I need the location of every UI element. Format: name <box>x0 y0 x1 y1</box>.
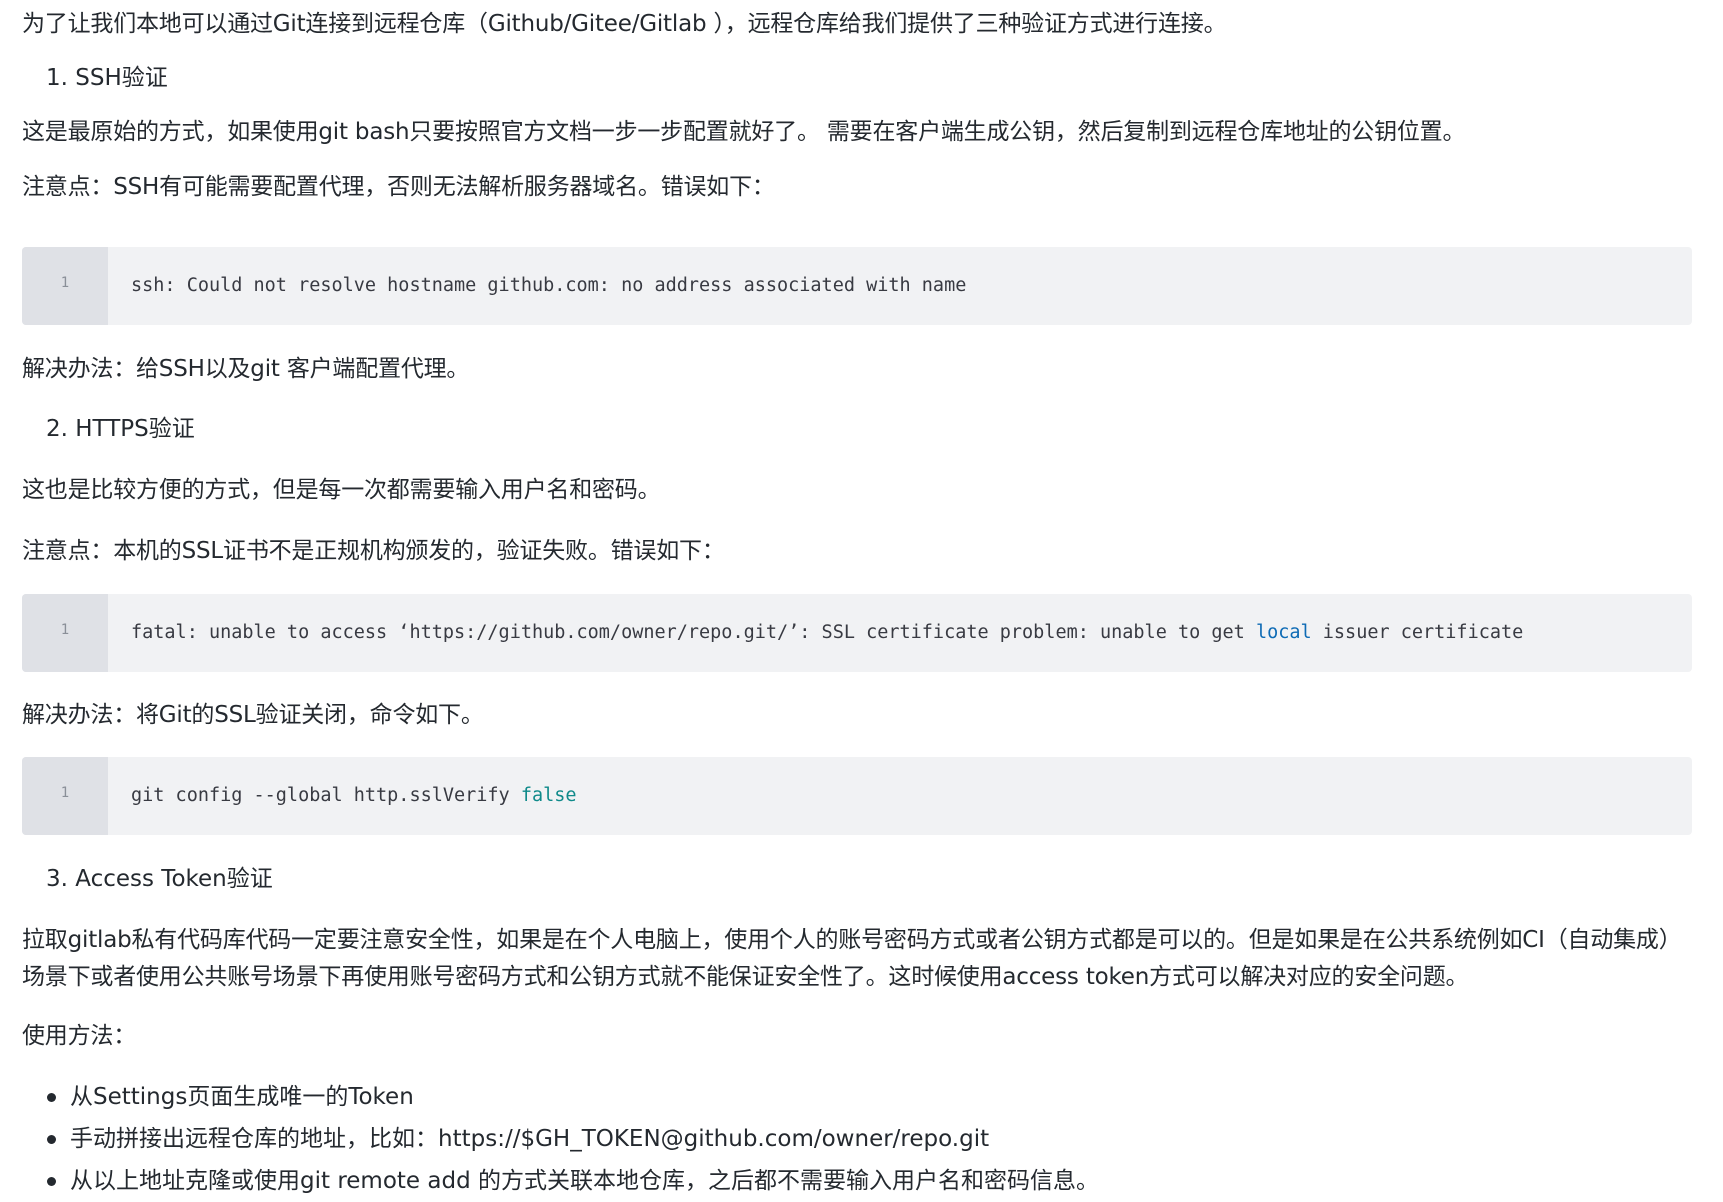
line-number: 1 <box>60 785 70 801</box>
line-number: 1 <box>60 622 70 638</box>
code-line[interactable]: git config --global http.sslVerify false <box>131 781 577 811</box>
intro-paragraph: 为了让我们本地可以通过Git连接到远程仓库（Github/Gitee/Gitla… <box>22 11 1227 37</box>
ssh-note: 注意点：SSH有可能需要配置代理，否则无法解析服务器域名。错误如下： <box>22 174 775 200</box>
line-number-gutter: 1 <box>22 594 108 672</box>
code-line[interactable]: ssh: Could not resolve hostname github.c… <box>131 271 966 301</box>
line-number-gutter: 1 <box>22 247 108 325</box>
heading-ssh: 1. SSH验证 <box>46 65 168 91</box>
usage-label: 使用方法： <box>22 1023 137 1049</box>
https-note: 注意点：本机的SSL证书不是正规机构颁发的，验证失败。错误如下： <box>22 538 725 564</box>
code-text-after: issuer certificate <box>1311 622 1524 643</box>
code-block-ssh-error: 1 ssh: Could not resolve hostname github… <box>22 247 1692 325</box>
code-block-git-config: 1 git config --global http.sslVerify fal… <box>22 757 1692 835</box>
code-keyword-local: local <box>1255 622 1312 643</box>
ssh-description: 这是最原始的方式，如果使用git bash只要按照官方文档一步一步配置就好了。 … <box>22 119 1466 145</box>
token-description: 拉取gitlab私有代码库代码一定要注意安全性，如果是在个人电脑上，使用个人的账… <box>22 927 1682 990</box>
line-number: 1 <box>60 275 70 291</box>
line-number-gutter: 1 <box>22 757 108 835</box>
code-block-ssl-error: 1 fatal: unable to access ‘https://githu… <box>22 594 1692 672</box>
code-keyword-false: false <box>520 785 577 806</box>
list-item: 从Settings页面生成唯一的Token <box>22 1076 1099 1118</box>
code-text-before: fatal: unable to access ‘https://github.… <box>131 622 1256 643</box>
code-text-before: git config --global http.sslVerify <box>131 785 521 806</box>
heading-https: 2. HTTPS验证 <box>46 416 195 442</box>
https-solution: 解决办法：将Git的SSL验证关闭，命令如下。 <box>22 702 484 728</box>
https-description: 这也是比较方便的方式，但是每一次都需要输入用户名和密码。 <box>22 477 661 503</box>
ssh-solution: 解决办法：给SSH以及git 客户端配置代理。 <box>22 356 470 382</box>
usage-steps-list: 从Settings页面生成唯一的Token 手动拼接出远程仓库的地址，比如：ht… <box>22 1076 1099 1202</box>
heading-access-token: 3. Access Token验证 <box>46 866 273 892</box>
code-line[interactable]: fatal: unable to access ‘https://github.… <box>131 618 1523 648</box>
list-item: 从以上地址克隆或使用git remote add 的方式关联本地仓库，之后都不需… <box>22 1160 1099 1202</box>
list-item: 手动拼接出远程仓库的地址，比如：https://$GH_TOKEN@github… <box>22 1118 1099 1160</box>
